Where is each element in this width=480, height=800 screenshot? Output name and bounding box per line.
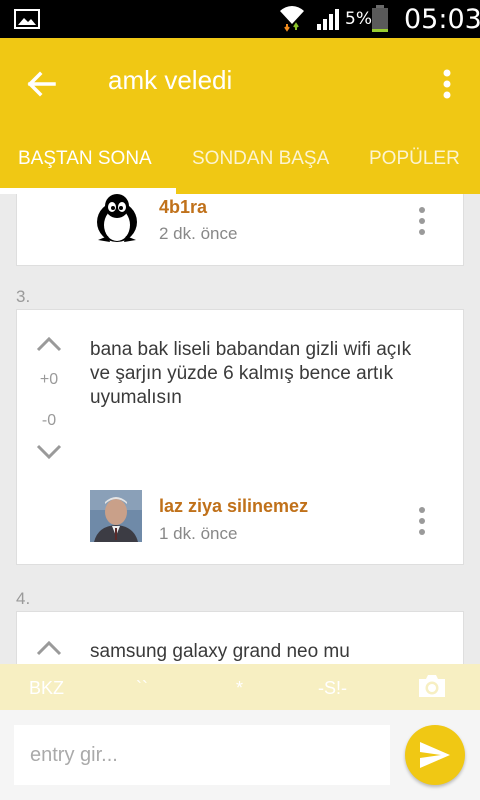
page-title: amk veledi [108, 65, 233, 95]
entry-card: samsung galaxy grand neo mu [16, 611, 464, 664]
shortcut-bar: BKZ `` * -S!- [0, 664, 480, 710]
avatar[interactable] [90, 490, 142, 542]
entry-list[interactable]: 4b1ra 2 dk. önce 3. +0 -0 bana bak lisel… [0, 194, 480, 664]
entry-author[interactable]: laz ziya silinemez [159, 496, 308, 517]
penguin-icon[interactable] [92, 194, 142, 244]
tab-bastan-sona[interactable]: BAŞTAN SONA [18, 148, 152, 170]
signal-icon [317, 9, 339, 30]
more-vert-icon[interactable] [415, 206, 429, 238]
tab-sondan-basa[interactable]: SONDAN BAŞA [192, 148, 329, 170]
input-bar [0, 710, 480, 800]
back-arrow-icon[interactable] [22, 64, 62, 104]
backtick-button[interactable]: `` [136, 678, 148, 699]
entry-author[interactable]: 4b1ra [159, 197, 207, 218]
entry-text: samsung galaxy grand neo mu [90, 641, 350, 662]
status-bar: 5% 05:03 [0, 0, 480, 38]
more-vert-icon[interactable] [432, 64, 462, 104]
send-icon [420, 742, 450, 768]
entry-time: 1 dk. önce [159, 524, 238, 543]
tab-populer[interactable]: POPÜLER [369, 148, 460, 170]
camera-icon[interactable] [416, 672, 448, 700]
downvote-icon[interactable] [35, 444, 63, 460]
entry-text: bana bak liseli babandan gizli wifi açık… [90, 339, 412, 408]
tab-bar: BAŞTAN SONA SONDAN BAŞA POPÜLER [0, 138, 480, 194]
upvote-count: +0 [39, 371, 59, 388]
more-vert-icon[interactable] [415, 506, 429, 538]
entry-input[interactable] [14, 725, 390, 785]
entry-number: 4. [16, 589, 31, 608]
upvote-icon[interactable] [35, 640, 63, 656]
entry-time: 2 dk. önce [159, 224, 238, 243]
app-bar: amk veledi BAŞTAN SONA SONDAN BAŞA POPÜL… [0, 38, 480, 194]
entry-card: +0 -0 bana bak liseli babandan gizli wif… [16, 309, 464, 565]
spoiler-button[interactable]: -S!- [318, 678, 347, 699]
wifi-icon [280, 6, 304, 32]
battery-percent: 5% [345, 9, 372, 29]
send-button[interactable] [405, 725, 465, 785]
image-icon [14, 9, 40, 29]
downvote-count: -0 [41, 412, 57, 429]
upvote-icon[interactable] [35, 336, 63, 352]
star-button[interactable]: * [236, 678, 243, 699]
battery-icon [372, 5, 388, 32]
entry-card: 4b1ra 2 dk. önce [16, 194, 464, 266]
bkz-button[interactable]: BKZ [29, 678, 64, 699]
entry-number: 3. [16, 287, 31, 306]
clock: 05:03 [404, 4, 480, 35]
